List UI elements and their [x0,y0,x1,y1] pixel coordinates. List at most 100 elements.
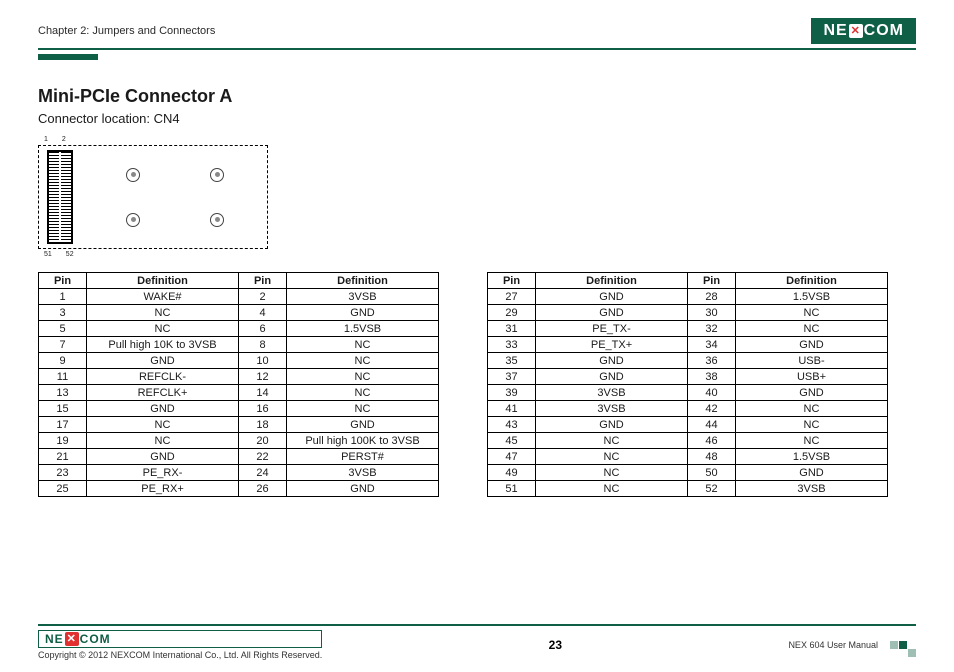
cell-pin: 6 [239,321,287,337]
cell-pin: 35 [488,353,536,369]
cell-pin: 11 [39,369,87,385]
cell-pin: 37 [488,369,536,385]
logo-part-b: COM [864,22,904,40]
page-header: Chapter 2: Jumpers and Connectors NE ✕ C… [38,18,916,44]
cell-def: GND [87,449,239,465]
cell-pin: 18 [239,417,287,433]
logo-x-icon: ✕ [849,24,863,38]
cell-pin: 30 [688,305,736,321]
cell-def: Pull high 10K to 3VSB [87,337,239,353]
cell-pin: 51 [488,481,536,497]
cell-def: NC [736,321,888,337]
manual-name: NEX 604 User Manual [788,640,878,650]
cell-def: REFCLK- [87,369,239,385]
th-pin: Pin [488,273,536,289]
cell-def: GND [536,353,688,369]
table-row: 11REFCLK-12NC [39,369,439,385]
table-row: 23PE_RX-243VSB [39,465,439,481]
cell-def: GND [87,401,239,417]
table-row: 3NC4GND [39,305,439,321]
cell-def: NC [287,353,439,369]
pin-labels-bottom: 51 52 [38,251,916,258]
cell-pin: 1 [39,289,87,305]
cell-pin: 31 [488,321,536,337]
table-row: 47NC481.5VSB [488,449,888,465]
cell-pin: 45 [488,433,536,449]
cell-pin: 36 [688,353,736,369]
cell-def: 1.5VSB [736,289,888,305]
cell-def: GND [287,417,439,433]
pin-label-51: 51 [44,251,52,258]
cell-def: 1.5VSB [736,449,888,465]
cell-pin: 7 [39,337,87,353]
cell-pin: 20 [239,433,287,449]
cell-pin: 39 [488,385,536,401]
table-row: 43GND44NC [488,417,888,433]
cell-def: USB- [736,353,888,369]
cell-pin: 46 [688,433,736,449]
cell-pin: 38 [688,369,736,385]
cell-def: NC [536,433,688,449]
table-row: 21GND22PERST# [39,449,439,465]
cell-pin: 25 [39,481,87,497]
table-row: 13REFCLK+14NC [39,385,439,401]
cell-def: NC [87,417,239,433]
table-row: 9GND10NC [39,353,439,369]
cell-def: GND [87,353,239,369]
pin-labels-top: 1 2 [38,136,916,143]
table-row: 1WAKE#23VSB [39,289,439,305]
cell-pin: 13 [39,385,87,401]
th-pin: Pin [39,273,87,289]
table-row: 33PE_TX+34GND [488,337,888,353]
table-row: 15GND16NC [39,401,439,417]
cell-pin: 32 [688,321,736,337]
cell-pin: 43 [488,417,536,433]
cell-pin: 23 [39,465,87,481]
table-row: 19NC20Pull high 100K to 3VSB [39,433,439,449]
table-row: 17NC18GND [39,417,439,433]
cell-pin: 48 [688,449,736,465]
nexcom-logo: NE ✕ COM [811,18,916,44]
cell-def: NC [87,433,239,449]
nexcom-logo-small: NE ✕ COM [38,630,322,648]
cell-def: NC [536,449,688,465]
cell-def: PERST# [287,449,439,465]
hole-icon [210,168,224,182]
cell-pin: 9 [39,353,87,369]
table-row: 29GND30NC [488,305,888,321]
cell-pin: 27 [488,289,536,305]
cell-pin: 17 [39,417,87,433]
pin-label-52: 52 [66,251,74,258]
table-row: 27GND281.5VSB [488,289,888,305]
cell-def: GND [536,305,688,321]
cell-def: PE_RX- [87,465,239,481]
pin-label-2: 2 [62,136,66,143]
th-pin: Pin [239,273,287,289]
cell-def: NC [287,369,439,385]
cell-def: USB+ [736,369,888,385]
cell-def: PE_RX+ [87,481,239,497]
th-def: Definition [287,273,439,289]
cell-def: GND [536,289,688,305]
cell-pin: 40 [688,385,736,401]
cell-def: NC [736,417,888,433]
cell-pin: 29 [488,305,536,321]
table-row: 413VSB42NC [488,401,888,417]
table-row: 393VSB40GND [488,385,888,401]
cell-def: 3VSB [536,401,688,417]
logo-x-icon: ✕ [65,632,79,646]
cell-pin: 16 [239,401,287,417]
cell-def: GND [736,337,888,353]
pin-tables: Pin Definition Pin Definition 1WAKE#23VS… [38,272,916,497]
cell-pin: 10 [239,353,287,369]
footer-squares-icon [890,641,916,649]
cell-pin: 41 [488,401,536,417]
cell-pin: 3 [39,305,87,321]
cell-pin: 15 [39,401,87,417]
cell-pin: 42 [688,401,736,417]
cell-pin: 44 [688,417,736,433]
cell-pin: 5 [39,321,87,337]
cell-def: WAKE# [87,289,239,305]
th-pin: Pin [688,273,736,289]
cell-pin: 28 [688,289,736,305]
